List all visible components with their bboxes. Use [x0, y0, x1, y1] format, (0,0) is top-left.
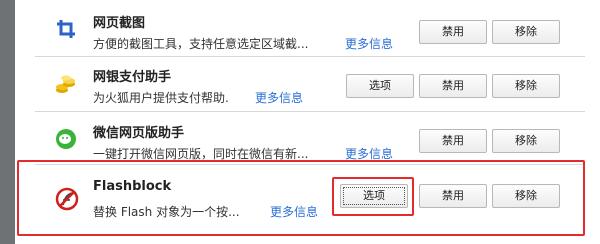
remove-button[interactable]: 移除 — [492, 184, 560, 208]
more-info-link[interactable]: 更多信息 — [270, 203, 318, 220]
wechat-icon — [56, 129, 76, 149]
more-info-link[interactable]: 更多信息 — [345, 35, 393, 52]
addon-row-flashblock: Flashblock 替换 Flash 对象为一个按... 更多信息 选项 禁用… — [35, 165, 585, 235]
disable-button[interactable]: 禁用 — [419, 129, 487, 153]
addon-title: 网银支付助手 — [93, 70, 172, 85]
remove-button[interactable]: 移除 — [492, 74, 560, 98]
addon-title: 微信网页版助手 — [93, 126, 185, 141]
addon-description: 一键打开微信网页版，同时在微信有新... — [93, 147, 309, 161]
crop-icon — [57, 20, 75, 38]
options-button[interactable]: 选项 — [346, 74, 414, 98]
more-info-link[interactable]: 更多信息 — [345, 145, 393, 162]
remove-button[interactable]: 移除 — [492, 20, 560, 44]
coins-icon — [56, 75, 75, 93]
addon-description: 方便的截图工具，支持任意选定区域截... — [93, 37, 309, 51]
addon-description: 替换 Flash 对象为一个按... — [93, 205, 240, 219]
remove-button[interactable]: 移除 — [492, 129, 560, 153]
addon-row-wechat-helper: 微信网页版助手 一键打开微信网页版，同时在微信有新... 更多信息 禁用 移除 — [35, 112, 585, 165]
addon-description: 为火狐用户提供支付帮助. — [93, 91, 229, 105]
addon-row-payment-helper: 网银支付助手 为火狐用户提供支付帮助. 更多信息 选项 禁用 移除 — [35, 57, 585, 112]
addon-row-screenshot: 网页截图 方便的截图工具，支持任意选定区域截... 更多信息 禁用 移除 — [35, 0, 585, 57]
options-button[interactable]: 选项 — [340, 184, 408, 208]
addon-title: Flashblock — [93, 179, 172, 194]
more-info-link[interactable]: 更多信息 — [255, 89, 303, 106]
addon-title: 网页截图 — [93, 16, 146, 31]
disable-button[interactable]: 禁用 — [419, 184, 487, 208]
disable-button[interactable]: 禁用 — [419, 20, 487, 44]
disable-button[interactable]: 禁用 — [419, 74, 487, 98]
flash-blocked-icon — [55, 187, 79, 211]
